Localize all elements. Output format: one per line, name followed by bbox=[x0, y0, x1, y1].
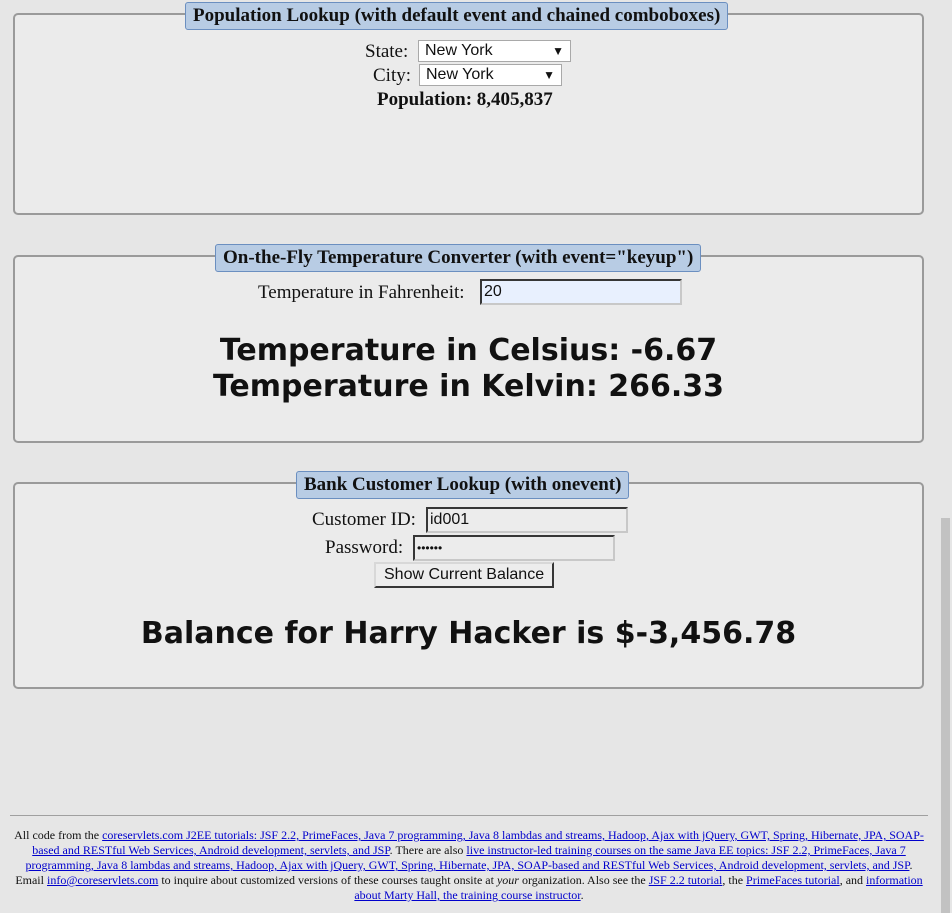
vertical-scrollbar[interactable] bbox=[940, 0, 952, 913]
password-label: Password: bbox=[325, 537, 404, 558]
customer-id-input[interactable]: id001 bbox=[426, 507, 628, 533]
footer-emphasis: your bbox=[496, 873, 519, 887]
primefaces-tutorial-link[interactable]: PrimeFaces tutorial bbox=[746, 873, 840, 887]
footer-text: . There are also bbox=[389, 843, 467, 857]
fahrenheit-input[interactable]: 20 bbox=[480, 279, 682, 305]
footer: All code from the coreservlets.com J2EE … bbox=[10, 815, 928, 903]
footer-text: organization. Also see the bbox=[518, 873, 649, 887]
temperature-legend: On-the-Fly Temperature Converter (with e… bbox=[215, 244, 702, 272]
bank-panel: Bank Customer Lookup (with onevent) Cust… bbox=[13, 471, 924, 689]
balance-result: Balance for Harry Hacker is $-3,456.78 bbox=[140, 616, 797, 651]
bank-legend: Bank Customer Lookup (with onevent) bbox=[296, 471, 630, 499]
kelvin-result: Temperature in Kelvin: 266.33 bbox=[212, 369, 725, 404]
footer-text: All code from the bbox=[14, 828, 103, 842]
temperature-panel: On-the-Fly Temperature Converter (with e… bbox=[13, 244, 924, 443]
email-link[interactable]: info@coreservlets.com bbox=[47, 873, 158, 887]
city-select-value: New York bbox=[426, 66, 494, 83]
population-panel: Population Lookup (with default event an… bbox=[13, 2, 924, 215]
jsf-tutorial-link[interactable]: JSF 2.2 tutorial bbox=[649, 873, 723, 887]
chevron-down-icon: ▼ bbox=[543, 68, 555, 82]
celsius-result: Temperature in Celsius: -6.67 bbox=[219, 333, 718, 368]
chevron-down-icon: ▼ bbox=[552, 44, 564, 58]
footer-text: , and bbox=[839, 873, 867, 887]
population-legend: Population Lookup (with default event an… bbox=[185, 2, 729, 30]
scrollbar-thumb[interactable] bbox=[941, 518, 950, 913]
show-balance-button[interactable]: Show Current Balance bbox=[374, 562, 555, 588]
customer-id-label: Customer ID: bbox=[312, 509, 416, 530]
fahrenheit-label: Temperature in Fahrenheit: bbox=[258, 282, 465, 303]
footer-text: , the bbox=[722, 873, 747, 887]
state-select-value: New York bbox=[425, 42, 493, 59]
password-input[interactable]: •••••• bbox=[413, 535, 615, 561]
population-result: Population: 8,405,837 bbox=[377, 89, 553, 110]
footer-text: to inquire about customized versions of … bbox=[158, 873, 497, 887]
footer-text: . bbox=[580, 888, 584, 902]
state-label: State: bbox=[365, 41, 409, 62]
city-select[interactable]: New York ▼ bbox=[419, 64, 562, 86]
city-label: City: bbox=[373, 65, 412, 86]
state-select[interactable]: New York ▼ bbox=[418, 40, 571, 62]
